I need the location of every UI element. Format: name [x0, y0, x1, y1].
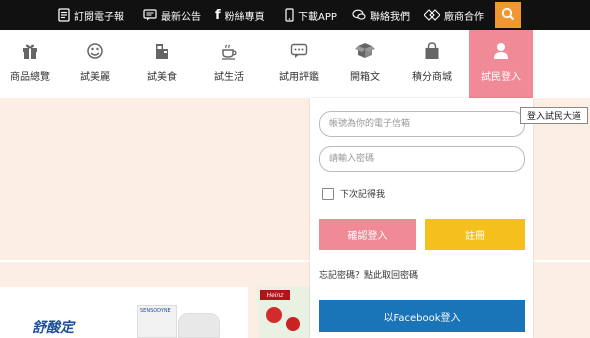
food-icon: [153, 40, 171, 62]
box-icon: [355, 40, 375, 62]
nav-item-beauty[interactable]: 試美麗: [65, 30, 125, 98]
partnership-label: 廠商合作: [444, 11, 484, 23]
beauty-icon: [86, 40, 104, 62]
product-box-brand: SENSODYNE: [140, 308, 171, 314]
newsletter-icon: [58, 8, 70, 22]
newsletter-label: 訂閱電子報: [74, 11, 124, 23]
contact-link[interactable]: 聯絡我們: [352, 0, 410, 30]
nav-item-unboxing[interactable]: 開箱文: [335, 30, 395, 98]
handshake-icon: [424, 9, 440, 21]
announcement-link[interactable]: 最新公告: [143, 0, 201, 30]
search-icon: [501, 6, 515, 25]
nav-item-all-products[interactable]: 商品總覽: [0, 30, 60, 98]
contact-label: 聯絡我們: [370, 11, 410, 23]
remember-label: 下次記得我: [340, 190, 386, 200]
nav-item-food[interactable]: 試美食: [132, 30, 192, 98]
email-field[interactable]: [319, 111, 525, 137]
facebook-icon: f: [215, 7, 221, 23]
nav-item-points-mall[interactable]: 積分商城: [402, 30, 462, 98]
tomato-image: [286, 317, 300, 331]
facebook-login-button[interactable]: 以Facebook登入: [319, 300, 525, 332]
product-card[interactable]: Heinz: [258, 287, 310, 338]
mobile-icon: [285, 8, 294, 22]
main-nav: 商品總覽 試美麗 試美食 試生活 試用評鑑 開箱文 積分商城 試民登入: [0, 30, 590, 98]
product-card[interactable]: 舒酸定 SENSODYNE: [0, 287, 248, 338]
announcement-label: 最新公告: [161, 11, 201, 23]
remember-checkbox[interactable]: [322, 187, 334, 200]
forgot-password-link[interactable]: 忘記密碼？點此取回密碼: [319, 268, 418, 281]
download-app-link[interactable]: 下載APP: [285, 0, 337, 30]
product-tube-image: [178, 313, 220, 338]
nav-item-reviews[interactable]: 試用評鑑: [268, 30, 330, 98]
password-field[interactable]: [319, 146, 525, 172]
register-button[interactable]: 註冊: [425, 219, 525, 250]
tooltip: 登入試民大道: [520, 107, 588, 124]
remember-me[interactable]: 下次記得我: [322, 187, 385, 200]
nav-item-life[interactable]: 試生活: [199, 30, 259, 98]
download-app-label: 下載APP: [298, 11, 337, 23]
top-bar: 訂閱電子報 最新公告 f 粉絲專頁 下載APP 聯絡我們 廠商合作: [0, 0, 590, 30]
sensodyne-brand-logo: 舒酸定: [32, 320, 74, 336]
heinz-brand-logo: Heinz: [260, 290, 290, 300]
announcement-icon: [143, 9, 157, 21]
confirm-login-button[interactable]: 確認登入: [319, 219, 416, 250]
chat-icon: [352, 9, 366, 21]
gift-icon: [22, 40, 38, 62]
search-button[interactable]: [495, 2, 521, 28]
newsletter-link[interactable]: 訂閱電子報: [58, 0, 124, 30]
product-box-image: SENSODYNE: [137, 305, 177, 338]
facebook-page-link[interactable]: f 粉絲專頁: [215, 0, 265, 30]
shopping-bag-icon: [424, 40, 440, 62]
facebook-page-label: 粉絲專頁: [224, 11, 265, 23]
login-panel: 下次記得我 確認登入 註冊 忘記密碼？點此取回密碼 以Facebook登入: [310, 98, 533, 338]
tomato-image: [266, 307, 282, 323]
nav-item-member-login[interactable]: 試民登入: [469, 30, 533, 98]
comment-icon: [290, 40, 308, 62]
coffee-icon: [220, 40, 238, 62]
partnership-link[interactable]: 廠商合作: [424, 0, 484, 30]
user-icon: [493, 40, 509, 62]
